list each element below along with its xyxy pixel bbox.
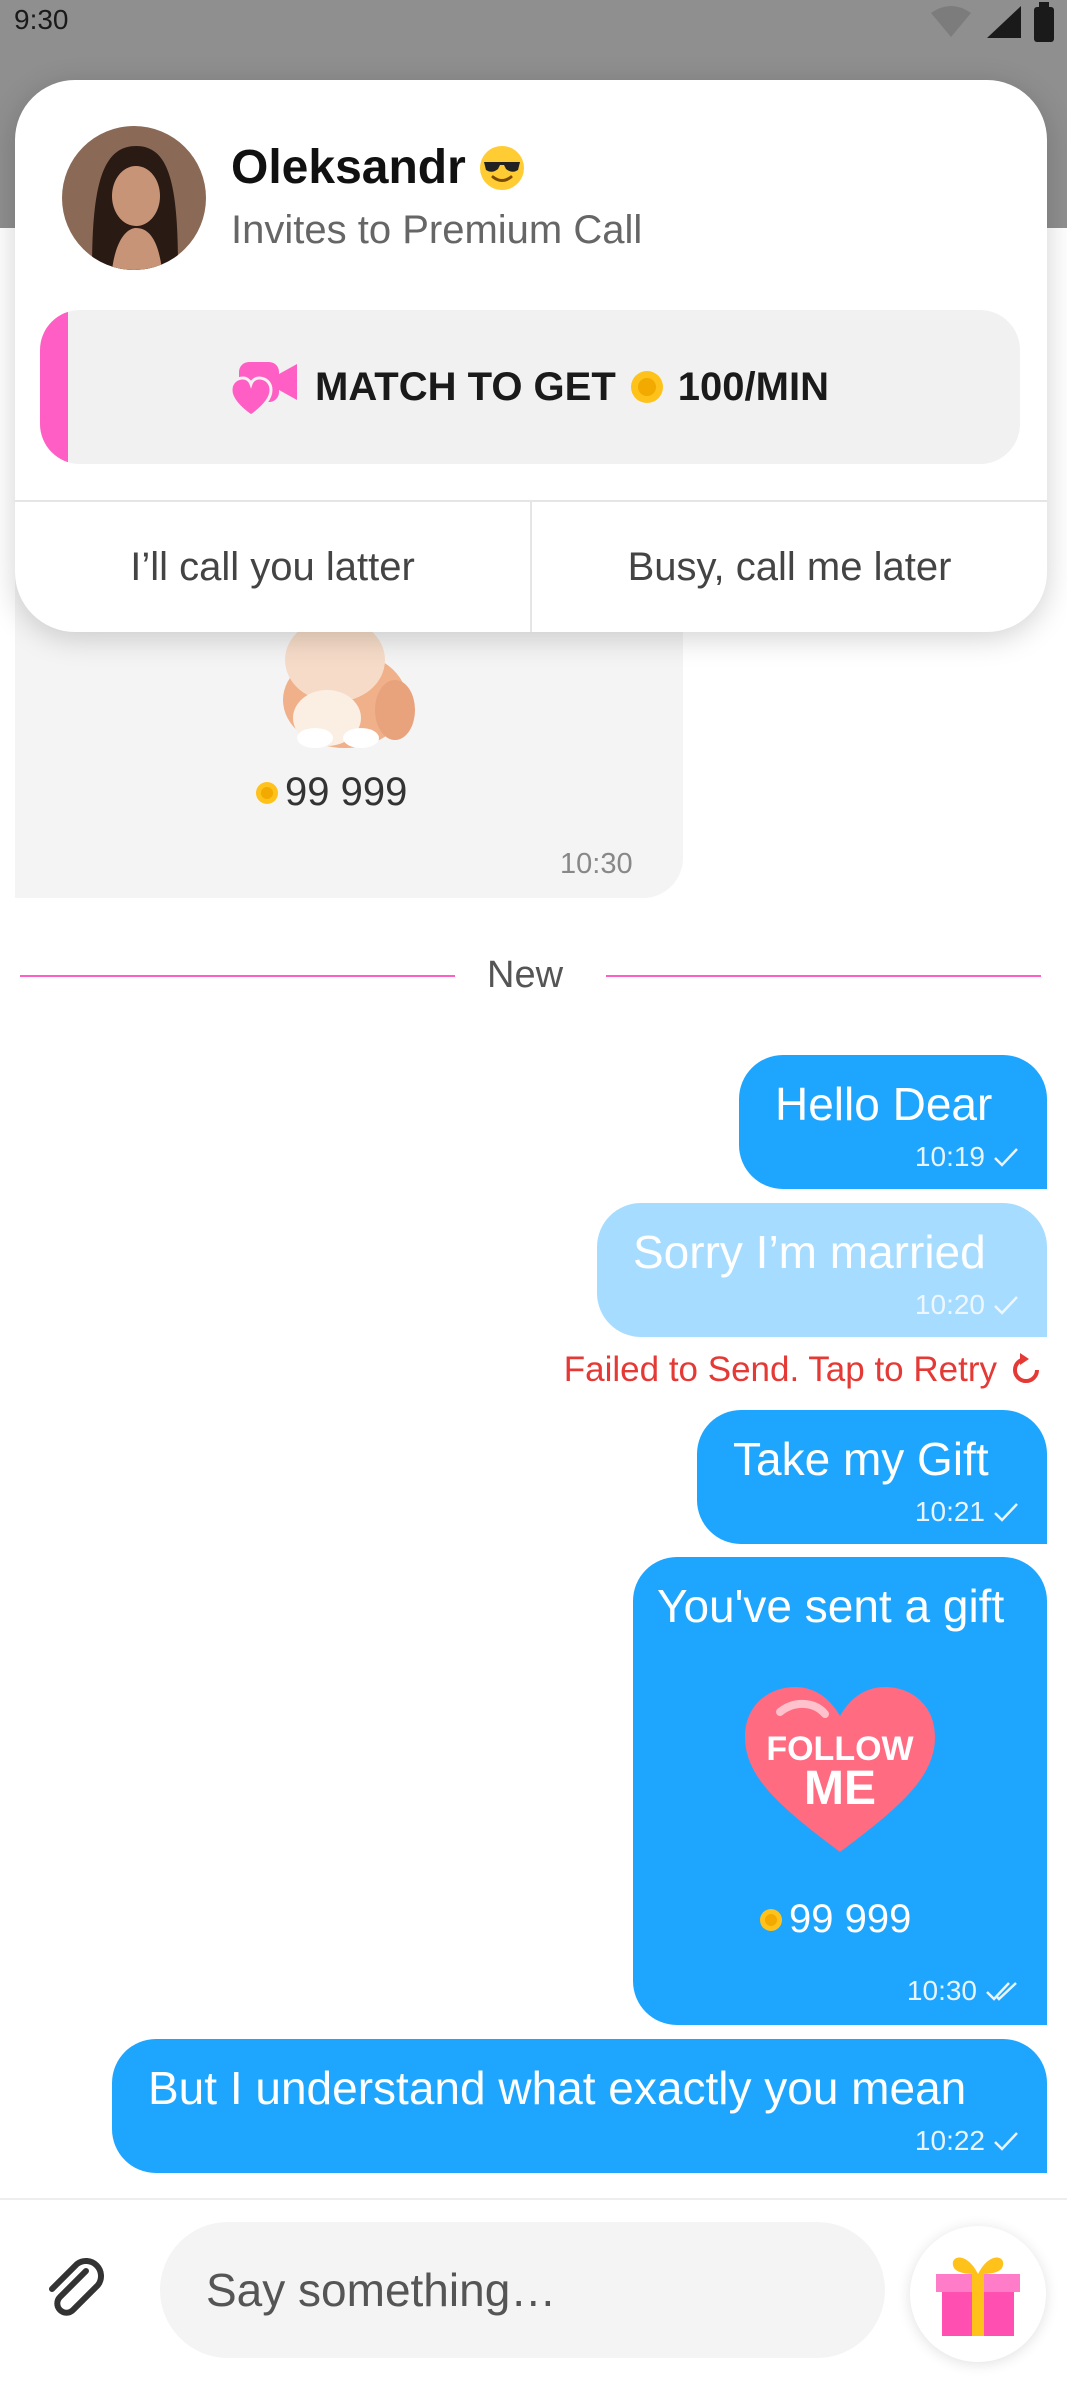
cool-emoji-icon	[479, 145, 524, 190]
message-text: You've sent a gift	[657, 1580, 1005, 1632]
message-text: But I understand what exactly you mean	[148, 2062, 967, 2114]
retry-link[interactable]: Failed to Send. Tap to Retry	[564, 1350, 1045, 1390]
failed-notice: Failed to Send. Tap to Retry	[563, 1350, 997, 1389]
busy-button[interactable]: Busy, call me later	[530, 502, 1047, 632]
message-time: 10:20	[914, 1289, 985, 1320]
battery-icon	[1034, 2, 1054, 42]
sent-message-understand[interactable]: But I understand what exactly you mean 1…	[112, 2039, 1047, 2173]
received-gift-price: 99 999	[255, 770, 407, 815]
caller-subtitle: Invites to Premium Call	[231, 208, 643, 252]
coin-icon	[760, 1908, 782, 1931]
new-divider-label: New	[487, 954, 564, 996]
caller-name-row: Oleksandr	[231, 140, 526, 195]
coin-icon	[256, 781, 278, 804]
message-meta: 10:22	[915, 2125, 1019, 2157]
check-icon	[994, 1503, 1018, 1522]
divider-line-left	[20, 975, 455, 977]
coin-icon	[630, 371, 663, 403]
message-text: Sorry I’m married	[633, 1226, 986, 1278]
message-meta: 10:19	[915, 1141, 1019, 1173]
premium-call-notification[interactable]: Oleksandr Invites to Premium Call MATCH …	[15, 80, 1047, 632]
sent-gift-message[interactable]: You've sent a gift FOLLOW ME 99 999 10:3…	[633, 1557, 1047, 2025]
gift-button[interactable]	[910, 2226, 1046, 2362]
message-meta: 10:30	[907, 1975, 1019, 2007]
message-input[interactable]	[160, 2222, 885, 2358]
heart-gift-icon: FOLLOW ME	[745, 1687, 935, 1852]
gift-price: 99 999	[759, 1897, 911, 1942]
message-time: 10:19	[914, 1141, 985, 1172]
caller-avatar	[62, 126, 206, 270]
check-icon	[994, 1148, 1018, 1167]
message-text: Hello Dear	[775, 1078, 993, 1130]
double-check-icon	[986, 1982, 1017, 2001]
message-text: Take my Gift	[733, 1433, 989, 1485]
retry-icon	[1013, 1353, 1039, 1383]
gift-label-me: ME	[804, 1762, 876, 1815]
match-banner[interactable]: MATCH TO GET 100/MIN	[40, 310, 1020, 464]
check-icon	[994, 2132, 1018, 2151]
caller-name: Oleksandr	[231, 141, 466, 194]
message-meta: 10:20	[915, 1289, 1019, 1321]
message-meta: 10:21	[915, 1496, 1019, 1528]
video-heart-icon	[231, 362, 298, 418]
match-rate: 100/MIN	[677, 364, 829, 409]
match-prefix: MATCH TO GET	[315, 364, 616, 409]
wifi-icon	[931, 6, 971, 37]
call-later-button[interactable]: I’ll call you latter	[15, 502, 530, 632]
sent-message-take-gift[interactable]: Take my Gift 10:21	[697, 1410, 1047, 1544]
gift-box-icon	[936, 2257, 1020, 2336]
received-gift-time: 10:30	[560, 848, 633, 880]
message-time: 10:22	[914, 2125, 985, 2156]
message-time: 10:30	[906, 1975, 977, 2006]
check-icon	[994, 1296, 1018, 1315]
sent-message-failed[interactable]: Sorry I’m married 10:20	[597, 1203, 1047, 1337]
message-time: 10:21	[914, 1496, 985, 1527]
attach-icon[interactable]	[40, 2255, 110, 2325]
signal-icon	[987, 6, 1021, 38]
divider-line-right	[606, 975, 1041, 977]
notification-actions: I’ll call you latter Busy, call me later	[15, 500, 1047, 632]
status-icons	[929, 2, 1055, 42]
match-content: MATCH TO GET 100/MIN	[40, 310, 1020, 464]
status-time: 9:30	[14, 4, 69, 35]
sent-message-hello[interactable]: Hello Dear 10:19	[739, 1055, 1047, 1189]
